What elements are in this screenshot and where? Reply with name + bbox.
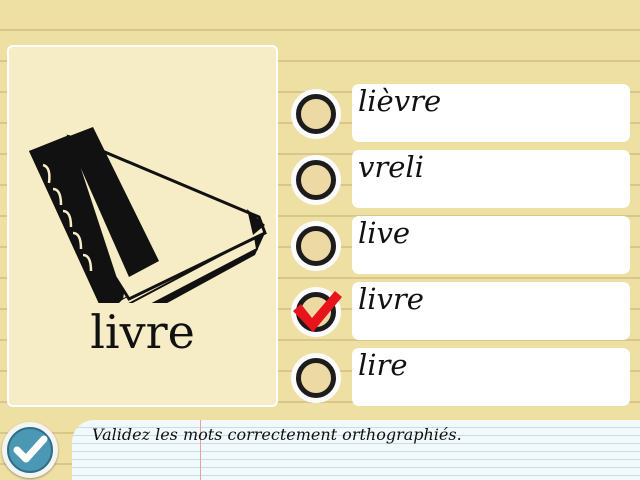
- option-row[interactable]: live: [289, 216, 634, 276]
- option-button[interactable]: livre: [352, 282, 630, 340]
- option-row[interactable]: lièvre: [289, 84, 634, 144]
- option-button[interactable]: vreli: [352, 150, 630, 208]
- option-button[interactable]: lièvre: [352, 84, 630, 142]
- option-label: live: [358, 216, 411, 250]
- option-button[interactable]: live: [352, 216, 630, 274]
- option-label: lièvre: [358, 84, 442, 118]
- validate-button[interactable]: [2, 422, 58, 478]
- option-radio[interactable]: [291, 89, 341, 139]
- option-label: lire: [358, 348, 408, 382]
- option-radio-checked[interactable]: [291, 287, 342, 337]
- option-label: livre: [358, 282, 424, 316]
- option-radio[interactable]: [291, 155, 341, 205]
- option-radio[interactable]: [291, 353, 341, 403]
- option-button[interactable]: lire: [352, 348, 630, 406]
- instruction-text: Validez les mots correctement orthograph…: [92, 425, 462, 444]
- option-row[interactable]: livre: [289, 282, 634, 342]
- book-icon: [29, 127, 267, 303]
- option-radio[interactable]: [291, 221, 341, 271]
- card-word: livre: [90, 305, 195, 359]
- option-label: vreli: [358, 150, 424, 184]
- red-checkmark-icon: [293, 291, 342, 332]
- instruction-notepad: Validez les mots correctement orthograph…: [72, 420, 640, 480]
- checkmark-icon: [7, 427, 53, 473]
- option-row[interactable]: vreli: [289, 150, 634, 210]
- option-row[interactable]: lire: [289, 348, 634, 408]
- word-card: livre: [7, 45, 278, 407]
